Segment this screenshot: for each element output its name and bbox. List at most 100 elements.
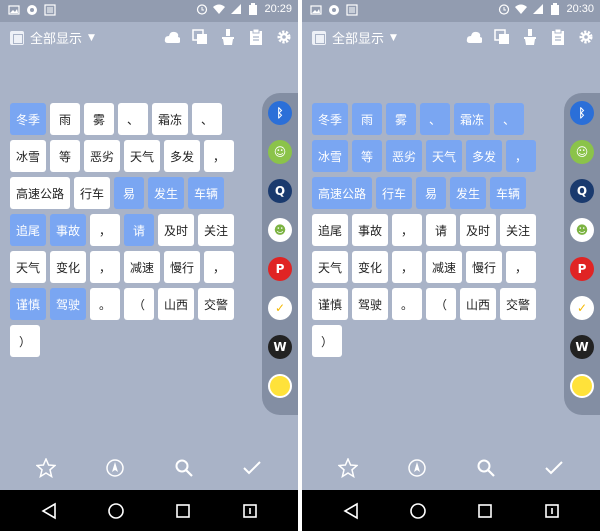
bluetooth-app-icon[interactable]: ᛒ [570, 101, 594, 125]
gear-icon[interactable] [276, 29, 292, 45]
word-chip[interactable]: 驾驶 [50, 288, 87, 320]
word-chip[interactable]: 高速公路 [10, 177, 71, 209]
search-app-icon[interactable]: Q [570, 179, 594, 203]
word-chip[interactable]: 交警 [198, 288, 235, 320]
word-chip[interactable]: 霜冻 [454, 103, 491, 135]
w-app-icon[interactable]: W [268, 335, 292, 359]
word-chip[interactable]: 、 [118, 103, 149, 135]
gear-icon[interactable] [578, 29, 594, 45]
word-chip[interactable]: 恶劣 [386, 140, 423, 172]
word-chip[interactable]: 车辆 [490, 177, 527, 209]
word-chip[interactable]: 雾 [386, 103, 417, 135]
search-icon[interactable] [475, 457, 497, 479]
word-chip[interactable]: 等 [352, 140, 383, 172]
word-chip[interactable]: 雾 [84, 103, 115, 135]
word-chip[interactable]: 追尾 [312, 214, 349, 246]
word-chip[interactable]: 冬季 [10, 103, 47, 135]
clipboard-icon[interactable] [550, 29, 566, 45]
word-chip[interactable]: 变化 [50, 251, 87, 283]
word-chip[interactable]: 谨慎 [10, 288, 47, 320]
word-chip[interactable]: 请 [124, 214, 155, 246]
home-icon[interactable] [409, 502, 427, 520]
word-chip[interactable]: 事故 [50, 214, 87, 246]
word-chip[interactable]: 冰雪 [10, 140, 47, 172]
word-chip[interactable]: 变化 [352, 251, 389, 283]
word-chip[interactable]: 霜冻 [152, 103, 189, 135]
cloud-icon[interactable] [164, 29, 180, 45]
word-chip[interactable]: ， [204, 251, 235, 283]
word-chip[interactable]: ， [90, 214, 121, 246]
android-green-app-icon[interactable]: ☺ [570, 140, 594, 164]
word-chip[interactable]: 行车 [74, 177, 111, 209]
word-chip[interactable]: 交警 [500, 288, 537, 320]
word-chip[interactable]: 谨慎 [312, 288, 349, 320]
compass-icon[interactable] [406, 457, 428, 479]
word-chip[interactable]: 高速公路 [312, 177, 373, 209]
pinterest-app-icon[interactable]: P [268, 257, 292, 281]
word-chip[interactable]: 雨 [352, 103, 383, 135]
word-chip[interactable]: 发生 [148, 177, 185, 209]
sun-app-icon[interactable]: ● [268, 374, 292, 398]
word-chip[interactable]: 山西 [158, 288, 195, 320]
back-icon[interactable] [342, 502, 360, 520]
word-chip[interactable]: 及时 [460, 214, 497, 246]
pinterest-app-icon[interactable]: P [570, 257, 594, 281]
recents-icon[interactable] [476, 502, 494, 520]
android-white-app-icon[interactable]: ☻ [268, 218, 292, 242]
word-chip[interactable]: ） [10, 325, 40, 357]
cloud-icon[interactable] [466, 29, 482, 45]
word-chip[interactable]: 多发 [164, 140, 201, 172]
word-chip[interactable]: 事故 [352, 214, 389, 246]
word-chip[interactable]: 发生 [450, 177, 487, 209]
word-chip[interactable]: 恶劣 [84, 140, 121, 172]
word-chip[interactable]: 、 [494, 103, 525, 135]
word-chip[interactable]: ， [392, 214, 423, 246]
checkmark-app-icon[interactable]: ✓ [268, 296, 292, 320]
brush-icon[interactable] [220, 29, 236, 45]
back-icon[interactable] [40, 502, 58, 520]
word-chip[interactable]: 冰雪 [312, 140, 349, 172]
word-chip[interactable]: 车辆 [188, 177, 225, 209]
checkmark-icon[interactable] [241, 457, 263, 479]
android-green-app-icon[interactable]: ☺ [268, 140, 292, 164]
word-chip[interactable]: 行车 [376, 177, 413, 209]
word-chip[interactable]: 雨 [50, 103, 81, 135]
word-chip[interactable]: 驾驶 [352, 288, 389, 320]
word-chip[interactable]: 关注 [500, 214, 537, 246]
brush-icon[interactable] [522, 29, 538, 45]
word-chip[interactable]: 、 [420, 103, 451, 135]
word-chip[interactable]: ） [312, 325, 342, 357]
word-chip[interactable]: 请 [426, 214, 457, 246]
sun-app-icon[interactable]: ● [570, 374, 594, 398]
bluetooth-app-icon[interactable]: ᛒ [268, 101, 292, 125]
checkmark-icon[interactable] [543, 457, 565, 479]
word-chip[interactable]: 山西 [460, 288, 497, 320]
word-chip[interactable]: 等 [50, 140, 81, 172]
word-chip[interactable]: 减速 [124, 251, 161, 283]
word-chip[interactable]: 天气 [124, 140, 161, 172]
word-chip[interactable]: 。 [90, 288, 121, 320]
word-chip[interactable]: 天气 [10, 251, 47, 283]
word-chip[interactable]: ， [204, 140, 235, 172]
word-chip[interactable]: ， [90, 251, 121, 283]
recents-icon[interactable] [174, 502, 192, 520]
copy-icon[interactable] [192, 29, 208, 45]
star-icon[interactable] [337, 457, 359, 479]
word-chip[interactable]: 。 [392, 288, 423, 320]
word-chip[interactable]: 、 [192, 103, 223, 135]
word-chip[interactable]: 减速 [426, 251, 463, 283]
word-chip[interactable]: 冬季 [312, 103, 349, 135]
compass-icon[interactable] [104, 457, 126, 479]
star-icon[interactable] [35, 457, 57, 479]
word-chip[interactable]: 追尾 [10, 214, 47, 246]
checkmark-app-icon[interactable]: ✓ [570, 296, 594, 320]
search-icon[interactable] [173, 457, 195, 479]
menu-icon[interactable] [543, 502, 561, 520]
word-chip[interactable]: 关注 [198, 214, 235, 246]
filter-dropdown[interactable]: 全部显示 ▼ [10, 28, 95, 47]
word-chip[interactable]: ， [506, 251, 537, 283]
filter-dropdown[interactable]: 全部显示 ▼ [312, 28, 397, 47]
word-chip[interactable]: （ [124, 288, 155, 320]
word-chip[interactable]: 多发 [466, 140, 503, 172]
word-chip[interactable]: ， [392, 251, 423, 283]
